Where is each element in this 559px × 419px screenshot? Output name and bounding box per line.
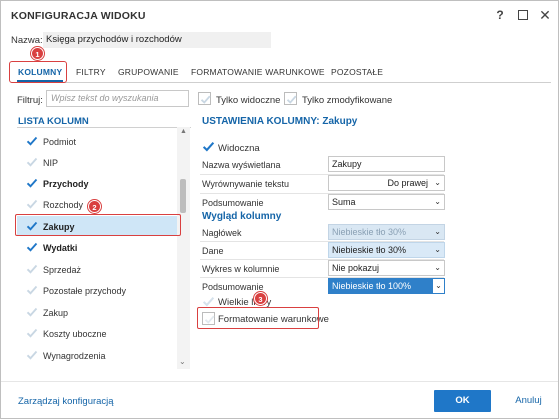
maximize-button[interactable] [515, 7, 531, 23]
list-item[interactable]: Wynagrodzenia [17, 345, 177, 365]
check-icon[interactable] [26, 284, 38, 299]
column-settings-title: USTAWIENIA KOLUMNY: Zakupy [202, 116, 358, 127]
list-item[interactable]: Przychody [17, 173, 177, 193]
summary-style-select[interactable]: Niebieskie tło 100% ⌄ [328, 278, 445, 294]
list-item-label: NIP [43, 158, 59, 168]
list-item[interactable]: Zakup [17, 302, 177, 322]
check-icon[interactable] [26, 241, 38, 256]
list-item-label: Wynagrodzenia [43, 351, 106, 361]
chevron-down-icon[interactable]: ⌄ [434, 225, 441, 239]
list-item-label: Podmiot [43, 137, 77, 147]
summary-select[interactable]: Suma ⌄ [328, 194, 445, 210]
list-item-label: Koszty uboczne [43, 329, 107, 339]
tab-filters[interactable]: FILTRY [76, 67, 106, 77]
cancel-button[interactable]: Anuluj [506, 390, 551, 412]
summary-value: Suma [332, 197, 356, 207]
list-item-label: Rozchody [43, 200, 84, 210]
step-badge-2: 2 [88, 200, 101, 213]
check-icon[interactable] [26, 156, 38, 171]
only-visible-checkbox[interactable] [198, 92, 211, 105]
only-visible-label: Tylko widoczne [216, 95, 281, 106]
tab-conditional-formatting[interactable]: FORMATOWANIE WARUNKOWE [191, 67, 325, 77]
step-badge-1: 1 [31, 47, 44, 60]
dialog-title: KONFIGURACJA WIDOKU [11, 10, 146, 22]
chevron-down-icon[interactable]: ⌄ [434, 261, 441, 275]
ok-button[interactable]: OK [434, 390, 491, 412]
alignment-select[interactable]: Do prawej ⌄ [328, 175, 445, 191]
list-item[interactable]: NIP [17, 152, 177, 172]
conditional-callout-frame [197, 307, 319, 329]
header-style-select[interactable]: Niebieskie tło 30% ⌄ [328, 224, 445, 240]
list-item[interactable]: Wydatki [17, 237, 177, 257]
check-icon[interactable] [26, 177, 38, 192]
check-icon[interactable] [26, 135, 38, 150]
tab-grouping[interactable]: GRUPOWANIE [118, 67, 179, 77]
filter-label: Filtruj: [17, 95, 43, 106]
maximize-icon [518, 10, 528, 20]
summary-style-value: Niebieskie tło 100% [332, 281, 412, 291]
only-modified-checkbox[interactable] [284, 92, 297, 105]
check-icon [286, 95, 297, 104]
list-item-label: Sprzedaż [43, 265, 82, 275]
check-icon [200, 95, 211, 104]
title-bar: KONFIGURACJA WIDOKU ? ✕ [1, 1, 558, 29]
list-item-label: Przychody [43, 179, 89, 189]
data-style-label: Dane [202, 246, 224, 256]
close-button[interactable]: ✕ [537, 7, 553, 23]
chevron-down-icon[interactable]: ⌄ [433, 279, 444, 293]
check-icon[interactable] [26, 349, 38, 364]
header-style-label: Nagłówek [202, 228, 242, 238]
check-icon [202, 142, 215, 152]
header-style-value: Niebieskie tło 30% [332, 227, 407, 237]
chevron-down-icon[interactable]: ⌄ [434, 176, 441, 190]
display-name-label: Nazwa wyświetlana [202, 160, 281, 170]
scroll-thumb[interactable] [180, 179, 186, 213]
column-chart-select[interactable]: Nie pokazuj ⌄ [328, 260, 445, 276]
visible-label: Widoczna [218, 143, 260, 154]
check-icon[interactable] [26, 327, 38, 342]
visible-checkbox[interactable] [202, 140, 215, 156]
summary-label: Podsumowanie [202, 198, 264, 208]
check-icon[interactable] [26, 306, 38, 321]
selected-item-callout-frame [15, 214, 181, 236]
column-chart-label: Wykres w kolumnie [202, 264, 280, 274]
step-badge-3: 3 [254, 292, 267, 305]
data-style-value: Niebieskie tło 30% [332, 245, 407, 255]
list-item[interactable]: Koszty uboczne [17, 323, 177, 343]
column-list-scrollbar[interactable]: ▲ ⌄ [177, 127, 190, 369]
display-name-input[interactable]: Zakupy [328, 156, 445, 172]
name-label: Nazwa: [11, 35, 43, 46]
column-list: Podmiot NIP Przychody Rozchody Zakupy Wy… [17, 127, 191, 369]
footer-divider [1, 381, 558, 382]
list-item-label: Pozostałe przychody [43, 286, 127, 296]
tab-bar: KOLUMNY FILTRY GRUPOWANIE FORMATOWANIE W… [11, 64, 551, 83]
chevron-down-icon[interactable]: ⌄ [434, 243, 441, 257]
check-icon[interactable] [26, 198, 38, 213]
tab-callout-frame [9, 61, 67, 83]
column-list-title: LISTA KOLUMN [18, 116, 89, 127]
manage-configuration-link[interactable]: Zarządzaj konfiguracją [18, 396, 114, 407]
list-item[interactable]: Pozostałe przychody [17, 280, 177, 300]
list-item[interactable]: Podmiot [17, 131, 177, 151]
filter-input[interactable]: Wpisz tekst do wyszukania [46, 90, 189, 107]
name-input[interactable]: Księga przychodów i rozchodów [43, 32, 271, 48]
scroll-up-icon[interactable]: ▲ [180, 128, 187, 135]
tab-other[interactable]: POZOSTAŁE [331, 67, 383, 77]
summary-style-label: Podsumowanie [202, 282, 264, 292]
alignment-value: Do prawej [387, 178, 428, 188]
configuration-dialog: KONFIGURACJA WIDOKU ? ✕ Nazwa: Księga pr… [0, 0, 559, 419]
list-item-label: Wydatki [43, 243, 78, 253]
column-chart-value: Nie pokazuj [332, 263, 380, 273]
check-icon[interactable] [26, 263, 38, 278]
list-item[interactable]: Sprzedaż [17, 259, 177, 279]
list-item-label: Zakup [43, 308, 69, 318]
data-style-select[interactable]: Niebieskie tło 30% ⌄ [328, 242, 445, 258]
alignment-label: Wyrównywanie tekstu [202, 179, 289, 189]
chevron-down-icon[interactable]: ⌄ [179, 357, 186, 366]
only-modified-label: Tylko zmodyfikowane [302, 95, 393, 106]
appearance-title: Wygląd kolumny [202, 211, 282, 222]
help-button[interactable]: ? [492, 7, 508, 23]
chevron-down-icon[interactable]: ⌄ [434, 195, 441, 209]
